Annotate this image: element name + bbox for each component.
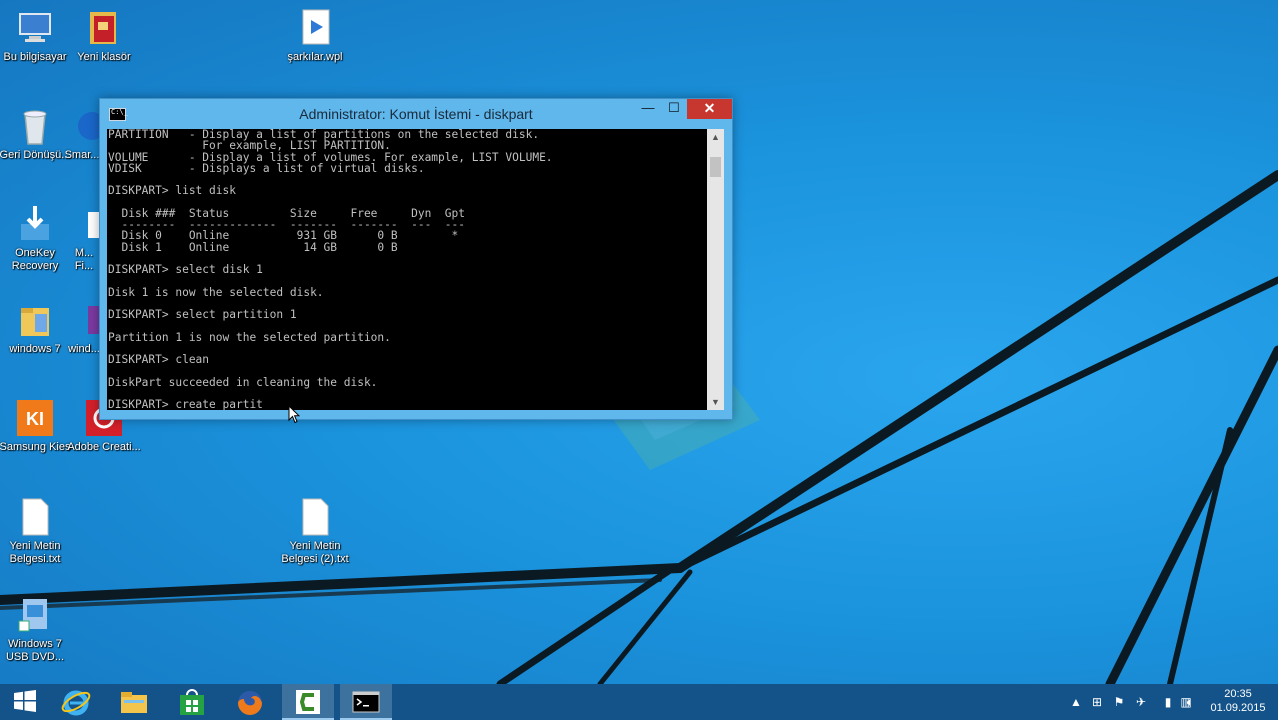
desktop-icon-label: windows 7 [9,343,61,355]
usb-dvd-tool-icon [18,599,47,632]
console-line: DISKPART> select disk 1 [108,263,263,276]
console-line: DISKPART> list disk [108,184,236,198]
taskbar: ▲ ⊞ ⚑ ✈ ▮ ▥ 🔈︎ 20:35 01.09.2015 [0,684,1278,720]
scrollbar-thumb[interactable] [710,157,721,177]
desktop-icon-label: OneKey Recovery [11,247,59,272]
action-center-flag-icon[interactable]: ⚑ [1111,694,1127,710]
shortcut-icon [78,112,102,140]
system-clock[interactable]: 20:35 01.09.2015 [1208,687,1268,715]
desktop-icon-label: Windows 7 USB DVD... [5,638,65,663]
desktop-icon-windows7-usb[interactable]: Windows 7 USB DVD... [0,595,72,664]
desktop-icon-label: Bu bilgisayar [3,51,67,63]
console-line: DISKPART> select partition 1 [108,308,297,321]
window-titlebar[interactable]: C:\_ Administrator: Komut İstemi - diskp… [100,99,732,129]
camtasia-icon [296,690,320,714]
desktop-icon-label: şarkılar.wpl [287,51,343,63]
maximize-button[interactable]: ☐ [661,99,687,119]
desktop-icon-label: wind... [68,343,100,355]
console-line: Disk 1 Online 14 GB 0 B [121,240,398,254]
desktop-icon-m[interactable]: M... Fi... [66,204,102,273]
internet-explorer-icon [61,690,91,716]
recycle-bin-icon [23,110,47,145]
desktop-icon-label: Yeni klasör [77,51,131,63]
desktop-icon-label: Smar... [64,149,100,161]
show-hidden-icons-chevron-icon[interactable]: ▲ [1068,694,1084,710]
folder-icon [21,308,49,336]
scroll-down-arrow-icon[interactable]: ▼ [707,394,724,410]
windows-tray-icon[interactable]: ⊞ [1089,694,1105,710]
svg-text:KI: KI [26,409,44,429]
console-line: Disk 1 is now the selected disk. [108,285,324,299]
firefox-icon [238,691,262,715]
desktop-icon-label: M... Fi... [74,247,94,272]
console-text: PARTITION - Display a list of partitions… [107,129,707,410]
minimize-button[interactable]: — [635,99,661,119]
archive-icon [88,306,102,334]
taskbar-command-prompt[interactable] [340,684,392,720]
kies-icon: KI [17,400,53,436]
shortcut-icon [88,212,102,238]
file-explorer-icon [121,692,147,713]
desktop-icon-label: Samsung Kies [0,441,71,453]
taskbar-store[interactable] [166,684,218,720]
desktop-icon-playlist[interactable]: şarkılar.wpl [278,8,352,64]
taskbar-internet-explorer[interactable] [50,684,102,720]
taskbar-camtasia[interactable] [282,684,334,720]
store-bag-icon [180,689,204,715]
console-line: Partition 1 is now the selected partitio… [108,330,391,344]
start-button[interactable] [0,684,52,720]
text-file-icon [302,498,329,536]
command-prompt-icon [352,691,380,713]
desktop-icon-text-file-2[interactable]: Yeni Metin Belgesi (2).txt [278,497,352,566]
desktop-icon-text-file-1[interactable]: Yeni Metin Belgesi.txt [0,497,72,566]
console-line: DISKPART> create partit [108,398,263,410]
desktop-icon-wind[interactable]: wind... [66,300,102,356]
desktop-icon-windows7-folder[interactable]: windows 7 [0,300,72,356]
desktop-icon-this-pc[interactable]: Bu bilgisayar [0,8,72,64]
vertical-scrollbar[interactable]: ▲ ▼ [707,129,724,410]
desktop-icon-label: Adobe Creati... [67,441,141,453]
desktop-icon-onekey-recovery[interactable]: OneKey Recovery [0,204,72,273]
clock-time: 20:35 [1224,688,1252,700]
folder-icon [90,12,116,44]
windows-logo-icon [14,690,36,712]
text-file-icon [22,498,49,536]
computer-icon [19,13,51,42]
console-line: DISKPART> clean [108,353,210,366]
desktop-icon-new-folder[interactable]: Yeni klasör [67,8,141,64]
clock-date: 01.09.2015 [1210,702,1266,714]
close-button[interactable]: ✕ [687,99,732,119]
taskbar-firefox[interactable] [224,684,276,720]
console-line: VDISK - Displays a list of virtual disks… [108,161,425,175]
airplane-mode-icon[interactable]: ✈ [1133,694,1149,710]
command-prompt-window[interactable]: C:\_ Administrator: Komut İstemi - diskp… [99,98,733,420]
recovery-icon [21,206,49,240]
speaker-icon[interactable]: 🔈︎ [1182,694,1198,710]
mouse-pointer-icon [288,405,300,424]
console-line: DiskPart succeeded in cleaning the disk. [108,375,378,389]
taskbar-file-explorer[interactable] [108,684,160,720]
desktop-icon-label: Yeni Metin Belgesi (2).txt [281,540,349,565]
desktop-icon-samsung-kies[interactable]: KI Samsung Kies [0,398,72,454]
scroll-up-arrow-icon[interactable]: ▲ [707,129,724,145]
battery-icon[interactable]: ▮ [1160,694,1176,710]
desktop-icon-smart[interactable]: Smar... [62,106,102,162]
console-output[interactable]: PARTITION - Display a list of partitions… [107,129,707,410]
desktop-icon-label: Yeni Metin Belgesi.txt [9,540,61,565]
media-playlist-icon [302,9,330,45]
